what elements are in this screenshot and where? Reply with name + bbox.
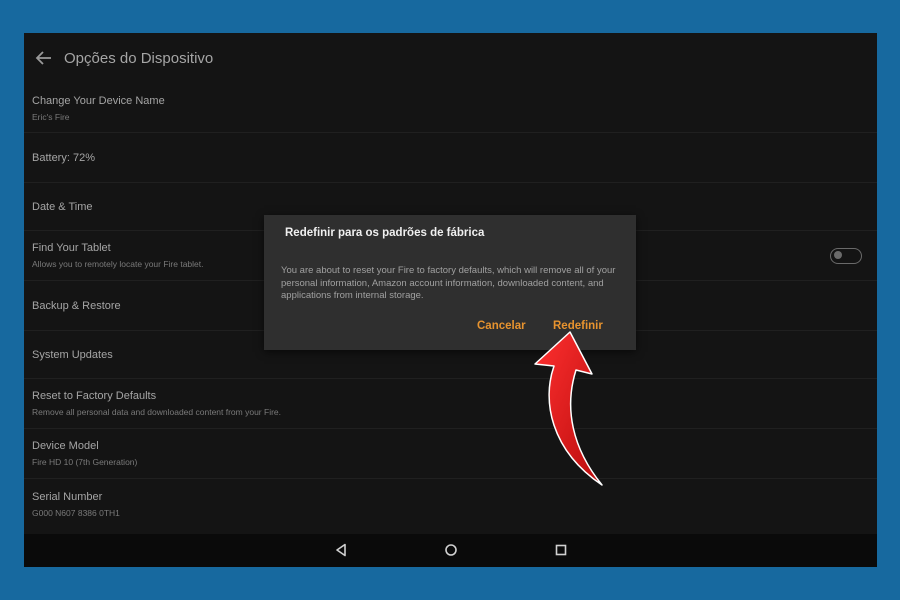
arrow-left-icon[interactable] <box>34 48 54 68</box>
setting-factory-reset[interactable]: Reset to Factory Defaults Remove all per… <box>24 379 877 429</box>
setting-title: Serial Number <box>32 490 103 503</box>
dialog-title: Redefinir para os padrões de fábrica <box>285 227 485 239</box>
square-recents-icon[interactable] <box>554 543 568 557</box>
setting-subtitle: Fire HD 10 (7th Generation) <box>32 457 138 467</box>
confirm-reset-button[interactable]: Redefinir <box>553 320 603 332</box>
circle-home-icon[interactable] <box>444 543 458 557</box>
factory-reset-dialog: Redefinir para os padrões de fábrica You… <box>264 215 636 350</box>
setting-subtitle: G000 N607 8386 0TH1 <box>32 507 120 518</box>
dialog-message: You are about to reset your Fire to fact… <box>281 265 616 301</box>
find-tablet-toggle[interactable] <box>830 247 862 264</box>
setting-battery[interactable]: Battery: 72% <box>24 133 877 183</box>
setting-title: System Updates <box>32 348 113 361</box>
setting-title: Change Your Device Name <box>32 95 165 107</box>
app-bar: Opções do Dispositivo <box>24 33 877 83</box>
setting-title: Reset to Factory Defaults <box>32 390 157 402</box>
page-title: Opções do Dispositivo <box>64 49 214 67</box>
cancel-button[interactable]: Cancelar <box>477 320 526 332</box>
system-nav-bar <box>24 534 877 567</box>
setting-device-model[interactable]: Device Model Fire HD 10 (7th Generation) <box>24 429 877 479</box>
setting-serial-number[interactable]: Serial Number G000 N607 8386 0TH1 <box>24 479 877 529</box>
setting-subtitle: Remove all personal data and downloaded … <box>32 407 282 417</box>
tablet-screen: Opções do Dispositivo Change Your Device… <box>24 33 877 567</box>
triangle-back-icon[interactable] <box>334 543 348 557</box>
setting-title: Device Model <box>32 440 99 452</box>
setting-title: Battery: 72% <box>32 151 95 164</box>
setting-title: Date & Time <box>32 200 93 213</box>
setting-device-name[interactable]: Change Your Device Name Eric's Fire <box>24 85 877 133</box>
setting-subtitle: Eric's Fire <box>32 112 70 122</box>
